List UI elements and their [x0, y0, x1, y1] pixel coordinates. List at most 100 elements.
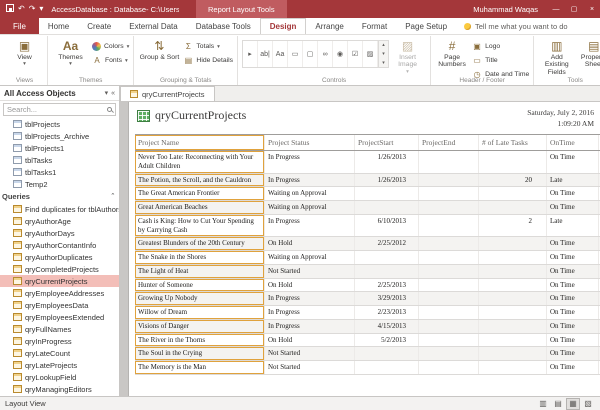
cell-ontime[interactable]: On Time [547, 306, 599, 319]
cell-project-start[interactable]: 1/26/2013 [355, 174, 419, 187]
cell-project-status[interactable]: On Hold [265, 237, 355, 250]
report-date[interactable]: Saturday, July 2, 2016 [527, 108, 594, 119]
report-datetime[interactable]: Saturday, July 2, 2016 1:09:20 AM [527, 108, 594, 129]
cell-project-status[interactable]: In Progress [265, 174, 355, 187]
nav-pane-header[interactable]: All Access Objects ▾ « [0, 86, 119, 101]
cell-project-start[interactable]: 2/23/2013 [355, 306, 419, 319]
sidebar-item-query[interactable]: qryLateCount [0, 347, 119, 359]
qat-dropdown-icon[interactable]: ▾ [39, 5, 43, 13]
report-title[interactable]: qryCurrentProjects [155, 108, 246, 123]
cell-project-end[interactable] [419, 174, 479, 187]
cell-late-tasks[interactable] [479, 251, 547, 264]
sidebar-item-query[interactable]: qryLateProjects [0, 359, 119, 371]
undo-icon[interactable]: ↶ [18, 5, 25, 13]
cell-project-name[interactable]: Growing Up Nobody [135, 292, 265, 305]
cell-project-status[interactable]: In Progress [265, 320, 355, 333]
sidebar-item-query[interactable]: Find duplicates for tblAuthors [0, 203, 119, 215]
report-title-block[interactable]: qryCurrentProjects [137, 108, 246, 123]
tab-control-icon[interactable]: ▢ [303, 41, 318, 67]
cell-project-start[interactable]: 2/25/2013 [355, 279, 419, 292]
sidebar-item-query[interactable]: qryAuthorDuplicates [0, 251, 119, 263]
cell-project-status[interactable]: Not Started [265, 347, 355, 360]
ribbon-tab[interactable]: Page Setup [396, 18, 456, 34]
maximize-button[interactable]: ▢ [566, 0, 582, 18]
cell-project-status[interactable]: Not Started [265, 265, 355, 278]
group-sort-button[interactable]: ⇅ Group & Sort [138, 38, 180, 61]
cell-project-status[interactable]: Not Started [265, 361, 355, 374]
user-name[interactable]: Muhammad Waqas [465, 5, 546, 14]
cell-project-status[interactable]: Waiting on Approval [265, 201, 355, 214]
image-control-icon[interactable]: ▨ [363, 41, 378, 67]
cell-project-start[interactable] [355, 187, 419, 200]
column-header-project-end[interactable]: ProjectEnd [419, 135, 479, 150]
cell-project-end[interactable] [419, 334, 479, 347]
cell-project-status[interactable]: On Hold [265, 279, 355, 292]
cell-project-name[interactable]: Cash is King: How to Cut Your Spending b… [135, 215, 265, 237]
cell-project-start[interactable] [355, 201, 419, 214]
cell-project-start[interactable]: 3/29/2013 [355, 292, 419, 305]
cell-ontime[interactable]: On Time [547, 251, 599, 264]
button-icon[interactable]: ▭ [288, 41, 303, 67]
cell-project-name[interactable]: The River in the Thorns [135, 334, 265, 347]
page-numbers-button[interactable]: # Page Numbers [435, 38, 469, 69]
cell-project-start[interactable]: 6/10/2013 [355, 215, 419, 237]
search-input[interactable] [7, 105, 107, 114]
cell-project-end[interactable] [419, 201, 479, 214]
option-group-icon[interactable]: ◉ [333, 41, 348, 67]
cell-project-status[interactable]: In Progress [265, 306, 355, 319]
ribbon-tab[interactable]: Arrange [306, 18, 352, 34]
cell-project-end[interactable] [419, 215, 479, 237]
cell-project-end[interactable] [419, 320, 479, 333]
cell-late-tasks[interactable]: 2 [479, 215, 547, 237]
cell-project-end[interactable] [419, 251, 479, 264]
layout-view-icon[interactable]: ▦ [566, 398, 580, 410]
cell-project-start[interactable]: 2/25/2012 [355, 237, 419, 250]
cell-late-tasks[interactable] [479, 306, 547, 319]
cell-project-status[interactable]: In Progress [265, 215, 355, 237]
cell-ontime[interactable]: On Time [547, 320, 599, 333]
ribbon-tab[interactable]: External Data [120, 18, 186, 34]
cell-ontime[interactable]: Late [547, 215, 599, 237]
cell-project-end[interactable] [419, 361, 479, 374]
cell-project-start[interactable]: 4/15/2013 [355, 320, 419, 333]
design-view-icon[interactable]: ▧ [581, 398, 595, 410]
sidebar-item-table[interactable]: tblProjects1 [0, 142, 119, 154]
gallery-more-icon[interactable]: ▾ [382, 60, 385, 66]
cell-project-name[interactable]: Never Too Late: Reconnecting with Your A… [135, 151, 265, 173]
document-tab[interactable]: qryCurrentProjects [120, 86, 215, 101]
cell-project-name[interactable]: The Snake in the Shores [135, 251, 265, 264]
cell-project-end[interactable] [419, 292, 479, 305]
close-button[interactable]: × [584, 0, 600, 18]
cell-late-tasks[interactable] [479, 334, 547, 347]
tell-me-box[interactable]: Tell me what you want to do [464, 18, 568, 34]
ribbon-tab[interactable]: Home [39, 18, 78, 34]
cell-project-name[interactable]: Greatest Blunders of the 20th Century [135, 237, 265, 250]
cell-late-tasks[interactable] [479, 187, 547, 200]
cell-project-end[interactable] [419, 347, 479, 360]
ribbon-tab[interactable]: Design [260, 18, 307, 34]
cell-late-tasks[interactable] [479, 265, 547, 278]
cell-project-name[interactable]: Great American Beaches [135, 201, 265, 214]
cell-project-name[interactable]: Willow of Dream [135, 306, 265, 319]
shutter-bar-icon[interactable]: « [108, 90, 115, 97]
cell-project-status[interactable]: In Progress [265, 151, 355, 173]
sidebar-item-query[interactable]: qryAuthorDays [0, 227, 119, 239]
title-button[interactable]: ▭ Title [472, 55, 529, 66]
cell-project-name[interactable]: The Potion, the Scroll, and the Cauldron [135, 174, 265, 187]
cell-ontime[interactable]: On Time [547, 279, 599, 292]
ribbon-tab[interactable]: File [0, 18, 39, 34]
cell-project-end[interactable] [419, 237, 479, 250]
cell-late-tasks[interactable] [479, 279, 547, 292]
themes-button[interactable]: Aa Themes ▾ [52, 38, 89, 68]
cell-project-status[interactable]: In Progress [265, 292, 355, 305]
cell-project-end[interactable] [419, 306, 479, 319]
hyperlink-icon[interactable]: ∞ [318, 41, 333, 67]
report-time[interactable]: 1:09:20 AM [527, 119, 594, 130]
sidebar-item-query[interactable]: qryEmployeeAddresses [0, 287, 119, 299]
sidebar-item-table[interactable]: tblProjects_Archive [0, 130, 119, 142]
search-box[interactable] [3, 103, 116, 116]
cell-project-end[interactable] [419, 151, 479, 173]
add-existing-fields-button[interactable]: ▥ Add Existing Fields [538, 38, 575, 76]
column-header-project-start[interactable]: ProjectStart [355, 135, 419, 150]
sidebar-item-table[interactable]: tblTasks1 [0, 166, 119, 178]
